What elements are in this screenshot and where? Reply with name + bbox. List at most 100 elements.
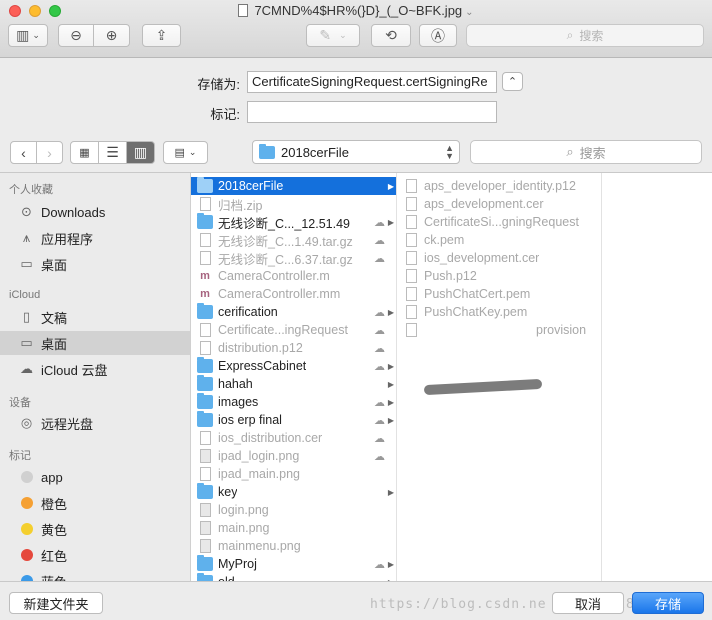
file-row[interactable]: ipad_login.png ☁ — [191, 447, 396, 465]
cloud-download-icon[interactable]: ☁ — [374, 342, 385, 355]
zoom-out-icon: ⊖ — [70, 27, 82, 43]
sheet-search-field[interactable]: ⌕ 搜索 — [470, 140, 702, 164]
save-button[interactable]: 存储 — [632, 592, 704, 614]
file-row[interactable]: 无线诊断_C...6.37.tar.gz ☁ — [191, 249, 396, 267]
sidebar-item-downloads[interactable]: ⊙ Downloads — [0, 200, 190, 224]
chevron-right-icon: ▶ — [387, 487, 394, 497]
save-as-field[interactable]: CertificateSigningRequest.certSigningRe — [247, 71, 497, 93]
file-name: 无线诊断_C..._12.51.49 — [218, 216, 351, 231]
folder-row[interactable]: cerification ☁ ▶ — [191, 303, 396, 321]
cloud-download-icon[interactable]: ☁ — [374, 216, 385, 229]
cloud-download-icon[interactable]: ☁ — [374, 414, 385, 427]
folder-icon — [197, 483, 213, 499]
sidebar-tag-yellow[interactable]: 黄色 — [0, 517, 190, 541]
file-row[interactable]: 归档.zip — [191, 195, 396, 213]
group-view-button[interactable]: ▤ ⌄ — [163, 141, 208, 164]
chevron-right-icon: ▶ — [387, 397, 394, 407]
column-view-button[interactable]: ▥ — [126, 141, 155, 164]
annotate-button[interactable]: Ⓐ — [419, 24, 457, 47]
file-row[interactable]: CertificateSi...gningRequest — [397, 213, 601, 231]
cloud-download-icon[interactable]: ☁ — [374, 558, 385, 571]
back-button[interactable]: ‹ — [10, 141, 37, 164]
sidebar-item-applications[interactable]: ⩚ 应用程序 — [0, 226, 190, 250]
folder-row[interactable]: ios erp final ☁ ▶ — [191, 411, 396, 429]
file-row[interactable]: distribution.p12 ☁ — [191, 339, 396, 357]
cancel-button[interactable]: 取消 — [552, 592, 624, 614]
cloud-download-icon[interactable]: ☁ — [374, 234, 385, 247]
file-icon — [200, 197, 211, 211]
sidebar-item-icloud-desktop[interactable]: ▭ 桌面 — [0, 331, 190, 355]
folder-row[interactable]: MyProj ☁ ▶ — [191, 555, 396, 573]
file-name: 2018cerFile — [218, 179, 284, 193]
chevron-down-icon: ⌄ — [465, 7, 474, 18]
zoom-in-button[interactable]: ⊕ — [93, 24, 130, 47]
window-title[interactable]: 7CMND%4$HR%(}D}_(_O~BFK.jpg ⌄ — [0, 3, 712, 18]
file-name: ios_development.cer — [424, 251, 540, 265]
folder-icon — [197, 555, 213, 571]
file-row[interactable]: 无线诊断_C...1.49.tar.gz ☁ — [191, 231, 396, 249]
group-view-icon: ▤ — [174, 147, 185, 159]
file-row[interactable]: ck.pem — [397, 231, 601, 249]
sidebar-item-desktop[interactable]: ▭ 桌面 — [0, 252, 190, 276]
rotate-button[interactable]: ⟲ — [371, 24, 411, 47]
folder-icon — [197, 411, 213, 427]
file-row[interactable]: main.png — [191, 519, 396, 537]
new-folder-button[interactable]: 新建文件夹 — [9, 592, 103, 614]
cloud-download-icon[interactable]: ☁ — [374, 324, 385, 337]
cloud-download-icon[interactable]: ☁ — [374, 360, 385, 373]
chevron-down-icon: ⌄ — [188, 147, 197, 157]
folder-row[interactable]: 2018cerFile ▶ — [191, 177, 396, 195]
sidebar-toggle-button[interactable]: ▥ ⌄ — [8, 24, 48, 47]
cloud-download-icon[interactable]: ☁ — [374, 252, 385, 265]
sidebar-tag-orange[interactable]: 橙色 — [0, 491, 190, 515]
file-name: main.png — [218, 521, 270, 535]
sidebar-item-label: 红色 — [41, 548, 68, 564]
forward-button[interactable]: › — [36, 141, 63, 164]
file-row[interactable]: PushChatKey.pem — [397, 303, 601, 321]
markup-button[interactable]: ✎ ⌄ — [306, 24, 360, 47]
image-file-icon — [200, 503, 211, 517]
file-name: 无线诊断_C...6.37.tar.gz — [218, 252, 353, 267]
icon-view-button[interactable]: ▦ — [70, 141, 99, 164]
location-popup[interactable]: 2018cerFile ▲ ▼ — [252, 140, 460, 164]
file-row[interactable]: m CameraController.m — [191, 267, 396, 285]
folder-row[interactable]: key ▶ — [191, 483, 396, 501]
sidebar-tag-red[interactable]: 红色 — [0, 543, 190, 567]
file-name: login.png — [218, 503, 269, 517]
file-row[interactable]: aps_developer_identity.p12 — [397, 177, 601, 195]
sidebar-item-remote-disc[interactable]: ◎ 远程光盘 — [0, 411, 190, 435]
file-row[interactable]: mainmenu.png — [191, 537, 396, 555]
file-row[interactable]: Certificate...ingRequest ☁ — [191, 321, 396, 339]
tags-field[interactable] — [247, 101, 497, 123]
cloud-download-icon[interactable]: ☁ — [374, 396, 385, 409]
file-name: ExpressCabinet — [218, 359, 307, 373]
folder-row[interactable]: hahah ▶ — [191, 375, 396, 393]
list-view-button[interactable]: ☰ — [98, 141, 127, 164]
file-row[interactable]: aps_development.cer — [397, 195, 601, 213]
folder-row[interactable]: ExpressCabinet ☁ ▶ — [191, 357, 396, 375]
file-row[interactable]: Push.p12 — [397, 267, 601, 285]
sidebar-item-icloud-drive[interactable]: ☁ iCloud 云盘 — [0, 357, 190, 381]
file-row[interactable]: provision — [397, 321, 601, 339]
cloud-download-icon[interactable]: ☁ — [374, 450, 385, 463]
folder-icon — [259, 143, 275, 159]
file-row[interactable]: ios_distribution.cer ☁ — [191, 429, 396, 447]
file-name: hahah — [218, 377, 253, 391]
toolbar-search-field[interactable]: ⌕ 搜索 — [466, 24, 704, 47]
expand-sheet-button[interactable]: ⌃ — [502, 72, 523, 91]
sidebar-tag-app[interactable]: app — [0, 465, 190, 489]
file-row[interactable]: login.png — [191, 501, 396, 519]
source-file-icon: m — [200, 288, 210, 300]
file-row[interactable]: PushChatCert.pem — [397, 285, 601, 303]
zoom-out-button[interactable]: ⊖ — [58, 24, 94, 47]
sidebar-item-documents[interactable]: ▯ 文稿 — [0, 305, 190, 329]
file-row[interactable]: m CameraController.mm — [191, 285, 396, 303]
cloud-download-icon[interactable]: ☁ — [374, 432, 385, 445]
folder-icon — [197, 393, 213, 409]
file-row[interactable]: ios_development.cer — [397, 249, 601, 267]
file-row[interactable]: ipad_main.png — [191, 465, 396, 483]
share-button[interactable]: ⇪ — [142, 24, 181, 47]
folder-row[interactable]: 无线诊断_C..._12.51.49 ☁ ▶ — [191, 213, 396, 231]
cloud-download-icon[interactable]: ☁ — [374, 306, 385, 319]
folder-row[interactable]: images ☁ ▶ — [191, 393, 396, 411]
